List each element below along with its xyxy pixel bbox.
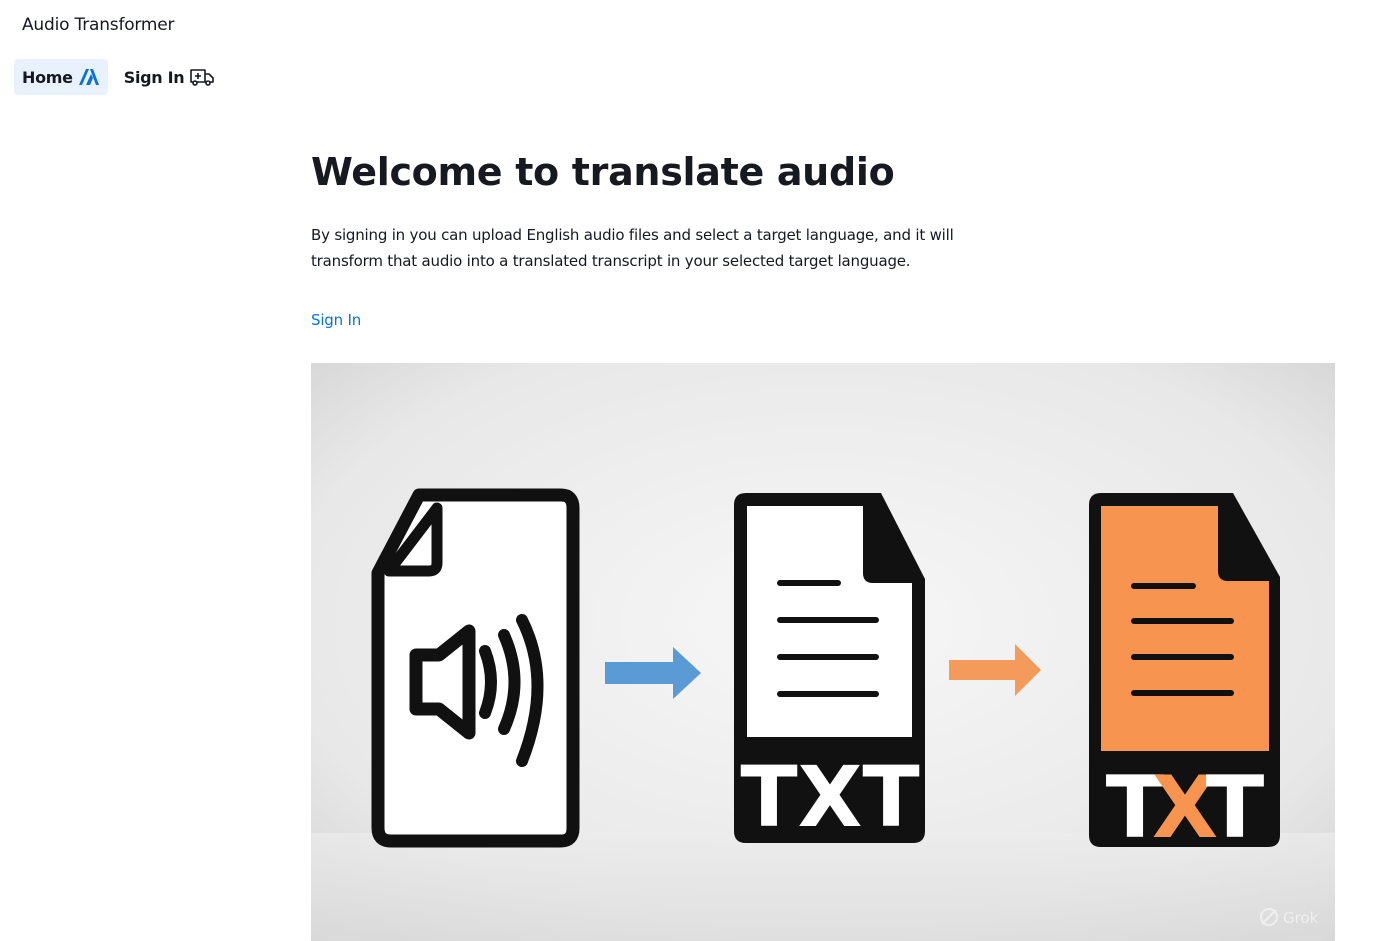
- signin-link[interactable]: Sign In: [311, 311, 361, 329]
- audio-file-icon: [371, 488, 580, 848]
- page-title: Welcome to translate audio: [311, 150, 895, 194]
- ambulance-icon: [189, 67, 215, 87]
- nav-item-home[interactable]: Home: [14, 59, 108, 95]
- aws-amplify-icon: [78, 68, 100, 86]
- txt-label-t2: T: [1206, 758, 1265, 858]
- page-description: By signing in you can upload English aud…: [311, 226, 954, 270]
- txt-label: TXT: [740, 748, 919, 846]
- nav-item-signin[interactable]: Sign In: [116, 59, 224, 95]
- hero-image: TXT T X T Grok: [311, 363, 1335, 941]
- text-file-icon: TXT: [734, 493, 925, 846]
- nav-item-label: Sign In: [123, 67, 185, 87]
- watermark-text: Grok: [1283, 909, 1319, 927]
- nav-item-label: Home: [22, 67, 73, 87]
- top-nav: Home Sign In: [14, 59, 223, 95]
- brand-title[interactable]: Audio Transformer: [22, 15, 175, 35]
- translated-file-icon: T X T: [1089, 493, 1280, 858]
